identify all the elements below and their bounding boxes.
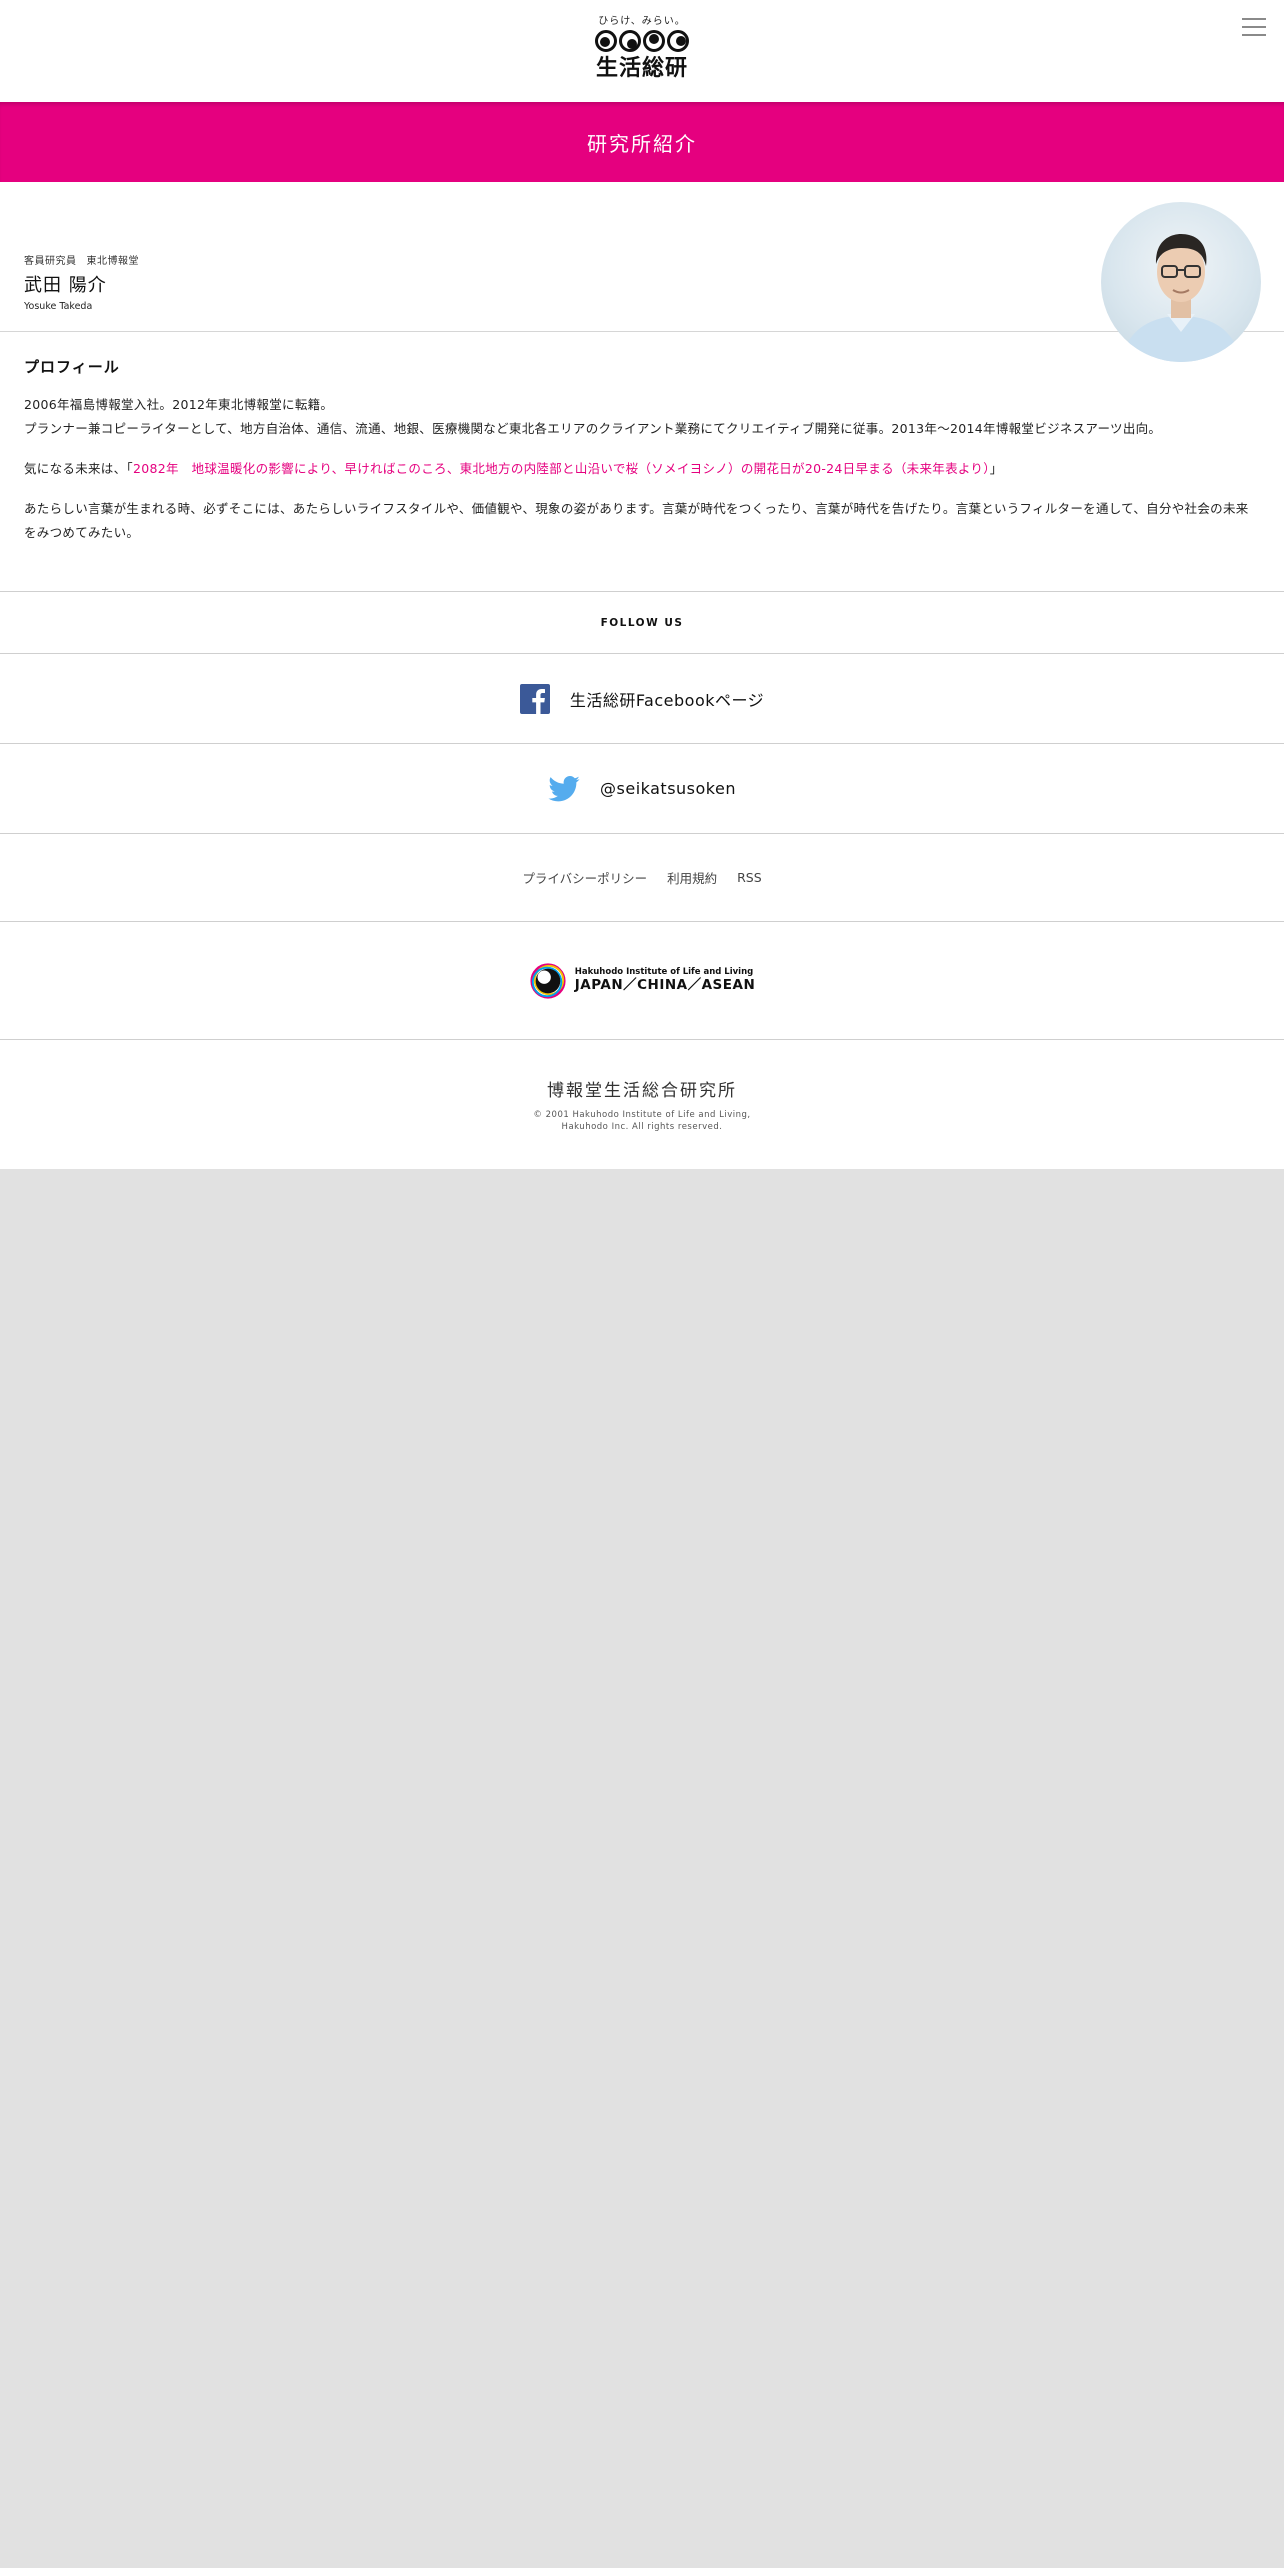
facebook-label: 生活総研Facebookページ — [569, 690, 765, 710]
twitter-label: @seikatsusoken — [600, 779, 736, 798]
logo-tagline: ひらけ、みらい。 — [598, 16, 686, 27]
site-header: ひらけ、みらい。 生活総研 — [0, 0, 1284, 102]
twitter-link[interactable]: @seikatsusoken — [0, 743, 1284, 833]
corporate-name: 博報堂生活総合研究所 — [547, 1081, 737, 1101]
affiliation: 東北博報堂 — [86, 256, 139, 267]
corporate-footer: 博報堂生活総合研究所 © 2001 Hakuhodo Institute of … — [0, 1039, 1284, 1169]
future-prefix: 気になる未来は、「 — [24, 461, 133, 476]
bio-paragraph: 2006年福島博報堂入社。2012年東北博報堂に転籍。 プランナー兼コピーライタ… — [24, 393, 1260, 441]
role-line: 客員研究員 東北博報堂 — [24, 252, 139, 267]
copyright-line: © 2001 Hakuhodo Institute of Life and Li… — [533, 1110, 751, 1120]
menu-icon[interactable] — [1242, 18, 1266, 38]
bio-line: プランナー兼コピーライターとして、地方自治体、通信、流通、地銀、医療機関など東北… — [24, 421, 1162, 436]
brand-ring-icon — [530, 962, 566, 999]
twitter-icon — [548, 775, 580, 802]
brand-row: Hakuhodo Institute of Life and Living JA… — [0, 921, 1284, 1039]
page-title: 研究所紹介 — [587, 131, 697, 156]
future-suffix: 」 — [989, 461, 1003, 476]
person-romaji: Yosuke Takeda — [24, 301, 93, 312]
terms-link[interactable]: 利用規約 — [667, 868, 717, 887]
person-name: 武田 陽介 — [24, 275, 107, 296]
page-title-bar: 研究所紹介 — [0, 102, 1284, 182]
copyright-line: Hakuhodo Inc. All rights reserved. — [561, 1122, 723, 1132]
avatar — [1101, 202, 1261, 362]
rss-link[interactable]: RSS — [737, 870, 762, 885]
future-link[interactable]: 2082年 地球温暖化の影響により、早ければこのころ、東北地方の内陸部と山沿いで… — [133, 461, 990, 476]
logo-eyes-icon — [592, 30, 692, 54]
footer-links: プライバシーポリシー 利用規約 RSS — [0, 833, 1284, 921]
follow-heading-row: FOLLOW US — [0, 591, 1284, 653]
logo-name: 生活総研 — [595, 56, 688, 81]
brand-title: JAPAN／CHINA／ASEAN — [574, 976, 756, 993]
follow-heading: FOLLOW US — [600, 616, 684, 629]
profile-body: プロフィール 2006年福島博報堂入社。2012年東北博報堂に転籍。 プランナー… — [0, 332, 1284, 591]
brand-logo[interactable]: Hakuhodo Institute of Life and Living JA… — [529, 962, 756, 1000]
bio-line: 2006年福島博報堂入社。2012年東北博報堂に転籍。 — [24, 397, 334, 412]
facebook-link[interactable]: 生活総研Facebookページ — [0, 653, 1284, 743]
future-paragraph: 気になる未来は、「2082年 地球温暖化の影響により、早ければこのころ、東北地方… — [24, 457, 1260, 481]
page: ひらけ、みらい。 生活総研 研究所紹介 客員研究員 東北博報堂 武田 陽介 Yos… — [0, 0, 1284, 1169]
site-logo[interactable]: ひらけ、みらい。 生活総研 — [592, 16, 692, 88]
copyright: © 2001 Hakuhodo Institute of Life and Li… — [533, 1109, 750, 1133]
role: 客員研究員 — [24, 256, 77, 267]
closing-paragraph: あたらしい言葉が生まれる時、必ずそこには、あたらしいライフスタイルや、価値観や、… — [24, 501, 1249, 540]
profile-identity: 客員研究員 東北博報堂 武田 陽介 Yosuke Takeda — [24, 252, 139, 312]
facebook-icon — [519, 683, 550, 714]
profile-header: 客員研究員 東北博報堂 武田 陽介 Yosuke Takeda — [0, 182, 1284, 362]
section-heading: プロフィール — [24, 358, 120, 376]
privacy-policy-link[interactable]: プライバシーポリシー — [522, 868, 647, 887]
